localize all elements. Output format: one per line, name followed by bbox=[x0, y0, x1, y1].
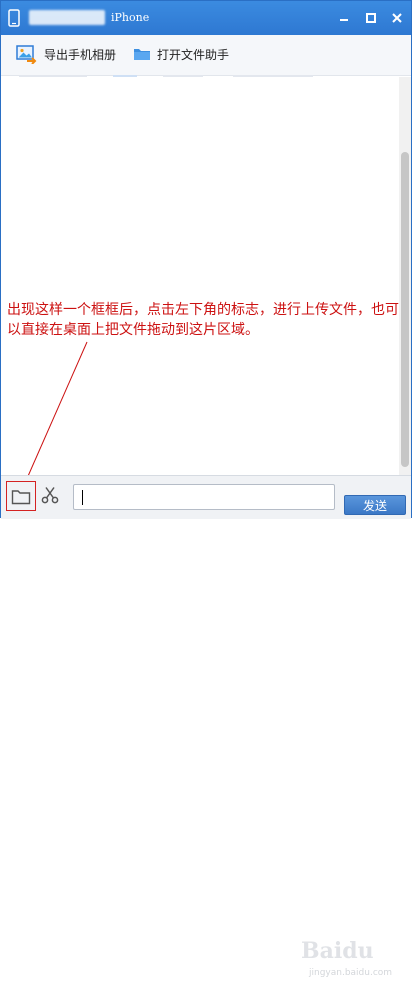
scissors-icon[interactable] bbox=[41, 486, 59, 504]
text-caret bbox=[82, 490, 83, 505]
upload-file-button[interactable] bbox=[6, 481, 36, 511]
watermark: Baidu jingyan.baidu.com bbox=[301, 938, 409, 988]
app-window: iPhone 导出手机相册 打开文件助手 出现这样一个框框后，点击左下角的标志，… bbox=[0, 0, 412, 978]
watermark-text: Baidu bbox=[301, 938, 374, 964]
folder-icon bbox=[11, 489, 31, 504]
bottom-bar: Baidu jingyan.baidu.com 发送 bbox=[1, 475, 411, 978]
message-input[interactable] bbox=[73, 484, 335, 510]
annotation-arrow bbox=[24, 341, 88, 484]
watermark-subtext: jingyan.baidu.com bbox=[309, 968, 393, 978]
send-button[interactable]: 发送 bbox=[344, 495, 406, 515]
